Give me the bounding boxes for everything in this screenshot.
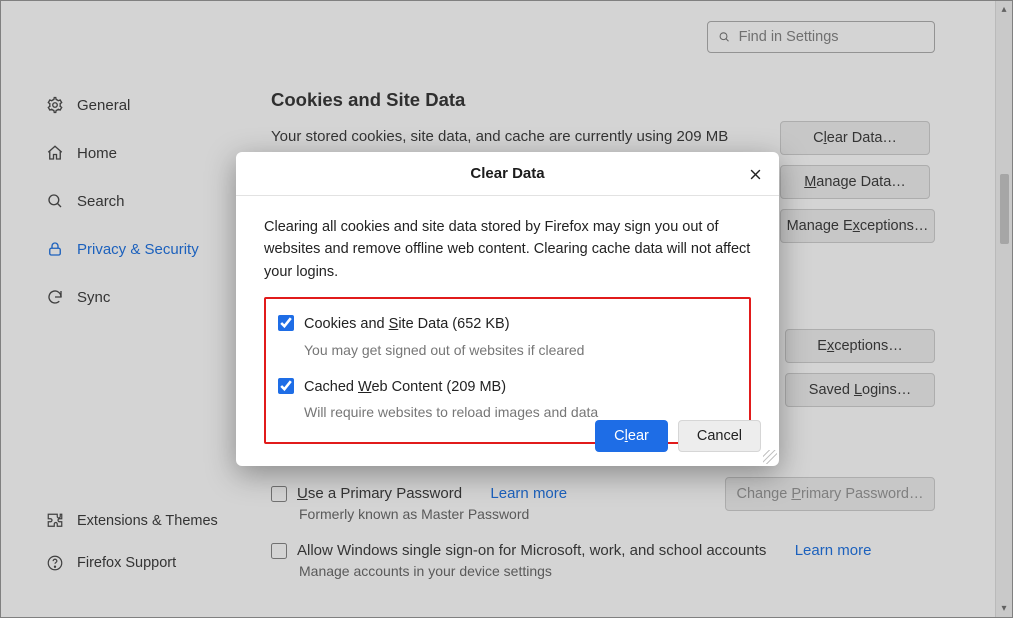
cache-label: Cached Web Content (209 MB)	[304, 376, 506, 398]
resize-grip[interactable]	[763, 450, 777, 464]
cookies-checkbox[interactable]	[278, 315, 294, 331]
cancel-button[interactable]: Cancel	[678, 420, 761, 452]
dialog-header: Clear Data	[236, 152, 779, 196]
settings-window: General Home Search Privacy & Security	[0, 0, 1013, 618]
clear-data-dialog: Clear Data Clearing all cookies and site…	[236, 152, 779, 466]
dialog-body: Clearing all cookies and site data store…	[236, 196, 779, 444]
close-icon	[748, 167, 763, 182]
dialog-title: Clear Data	[470, 165, 544, 182]
clear-button[interactable]: Clear	[595, 420, 668, 452]
cache-checkbox[interactable]	[278, 378, 294, 394]
dialog-footer: Clear Cancel	[595, 420, 761, 452]
cookies-sublabel: You may get signed out of websites if cl…	[304, 340, 737, 362]
dialog-message: Clearing all cookies and site data store…	[264, 216, 751, 283]
close-button[interactable]	[745, 164, 765, 184]
cookies-label: Cookies and Site Data (652 KB)	[304, 313, 510, 335]
option-cookies[interactable]: Cookies and Site Data (652 KB)	[278, 313, 737, 335]
option-cache[interactable]: Cached Web Content (209 MB)	[278, 376, 737, 398]
